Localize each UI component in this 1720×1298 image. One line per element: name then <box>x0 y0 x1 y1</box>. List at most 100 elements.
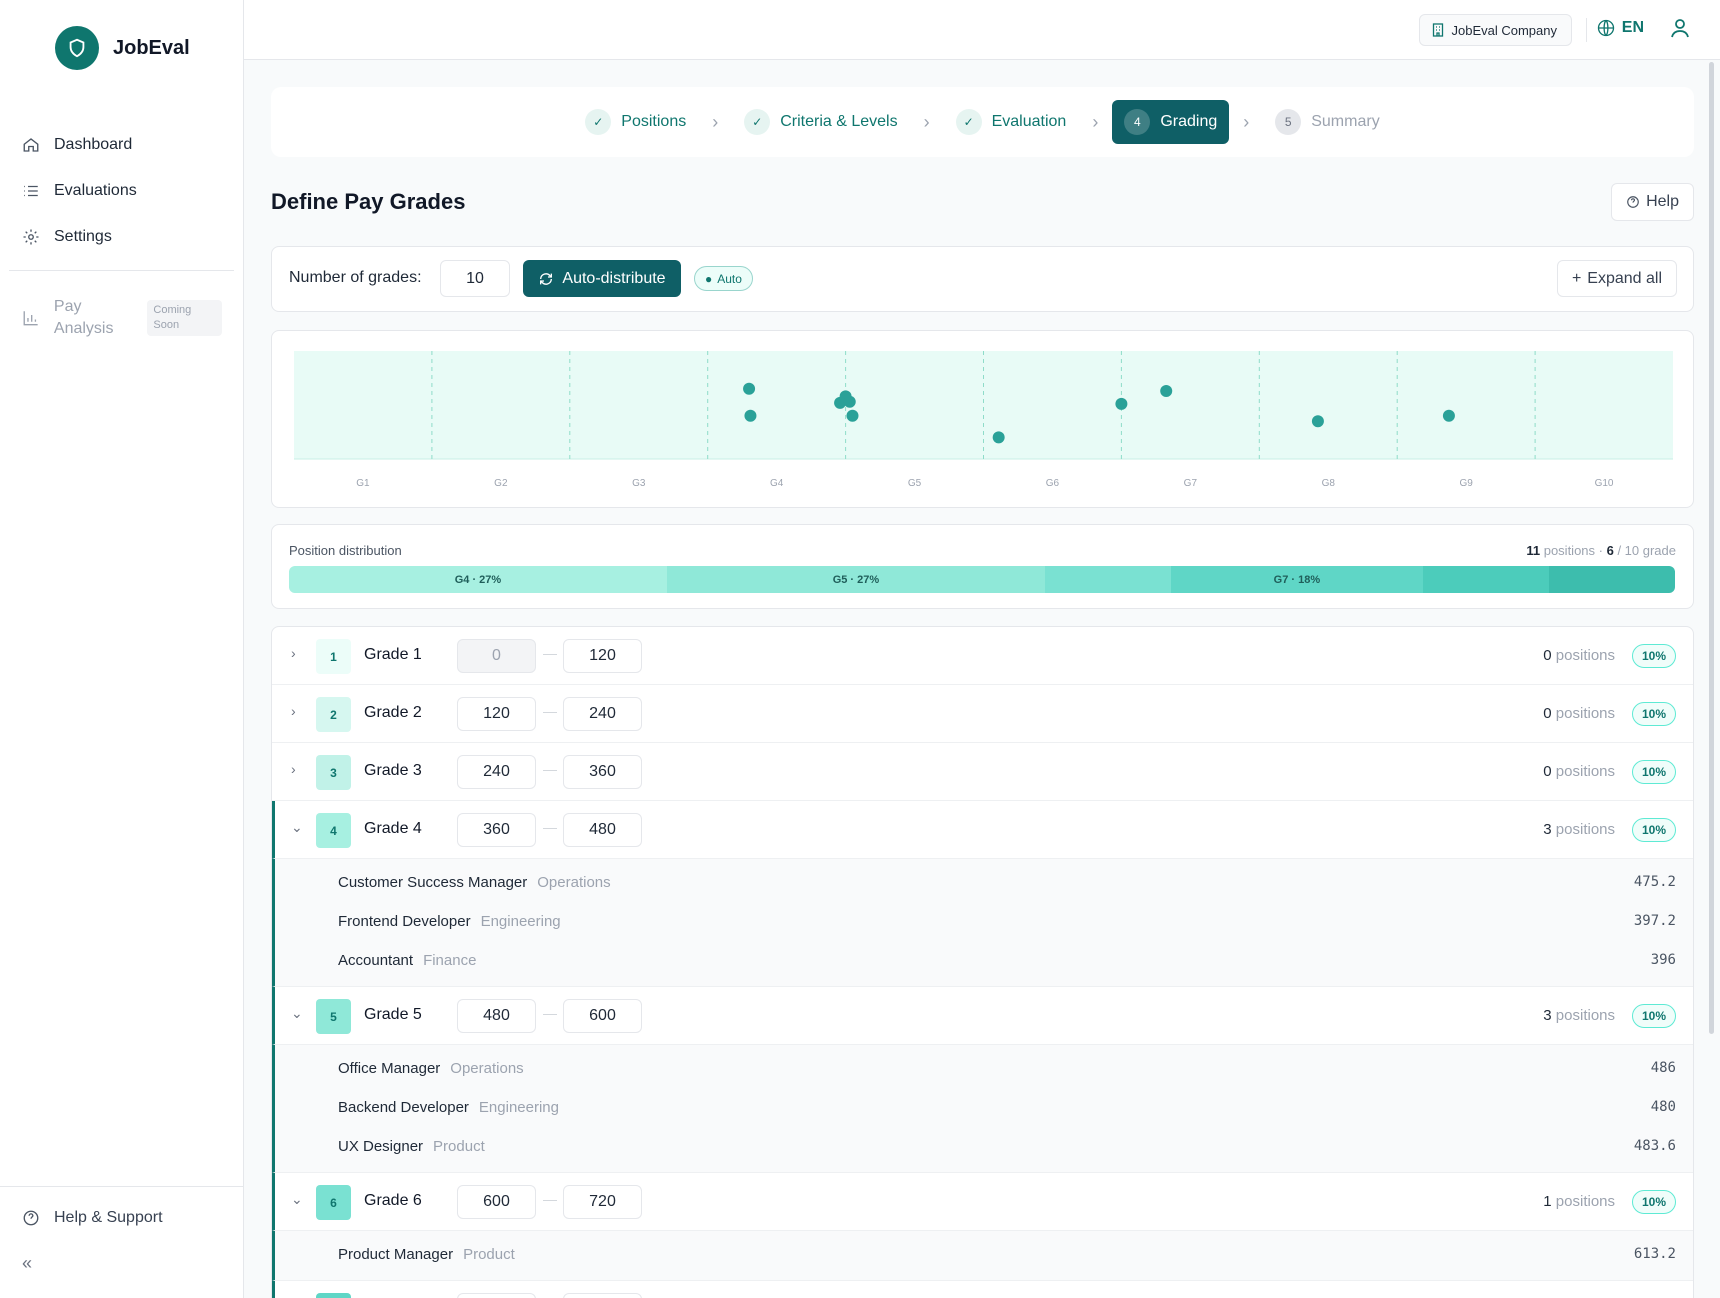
data-point <box>1160 384 1173 397</box>
step-label: Grading <box>1160 113 1218 130</box>
grade-min-input[interactable]: 480 <box>457 999 536 1033</box>
sidebar-item-dashboard[interactable]: Dashboard <box>0 122 244 168</box>
grade-min-input[interactable]: 600 <box>457 1185 536 1219</box>
grade-row[interactable]: › 3 Grade 3 240 — 360 0 positions 10% <box>272 743 1693 801</box>
chevron-down-icon[interactable]: ⌄ <box>291 1005 305 1025</box>
x-tick-label: G3 <box>632 478 646 489</box>
sidebar-item-evaluations[interactable]: Evaluations <box>0 168 244 214</box>
grade-min-input[interactable]: 120 <box>457 697 536 731</box>
data-point <box>744 409 757 422</box>
grade-max-input[interactable]: 480 <box>563 813 642 847</box>
help-circle-icon <box>1627 196 1639 208</box>
chevron-right-icon[interactable]: › <box>291 703 305 723</box>
grade-max-input[interactable]: 600 <box>563 999 642 1033</box>
step-label: Positions <box>621 113 687 130</box>
sidebar-item-label: Settings <box>54 228 112 245</box>
step-number: 4 <box>1124 109 1151 135</box>
distribution-label: Position distribution <box>289 543 402 558</box>
grades-count-input[interactable]: 10 <box>440 260 510 297</box>
grades-used: 6 <box>1606 543 1614 558</box>
distribution-bar: G4 · 27% G5 · 27% G7 · 18% <box>289 566 1675 593</box>
x-tick-label: G9 <box>1459 478 1473 489</box>
grade-max-input[interactable]: 720 <box>563 1185 642 1219</box>
auto-distribute-button[interactable]: Auto-distribute <box>523 260 681 297</box>
coming-soon-badge: Coming Soon <box>147 300 222 336</box>
position-count-label: positions <box>1555 705 1615 722</box>
position-department: Product <box>463 1246 515 1263</box>
step-grading[interactable]: 4 Grading <box>1112 100 1230 144</box>
position-title: Backend Developer Engineering <box>338 1099 559 1116</box>
gear-icon <box>23 229 39 245</box>
step-positions[interactable]: ✓ Positions <box>573 100 698 144</box>
chevron-down-icon[interactable]: ⌄ <box>291 819 305 839</box>
chevron-right-icon: › <box>1243 111 1250 132</box>
position-score: 486 <box>1650 1060 1676 1076</box>
expand-all-button[interactable]: + Expand all <box>1556 260 1677 297</box>
grade-name: Grade 3 <box>364 762 422 779</box>
grade-positions-list: Customer Success Manager Operations 475.2 F… <box>272 859 1693 987</box>
app-logo[interactable]: JobEval <box>55 26 190 70</box>
step-criteria-levels[interactable]: ✓ Criteria & Levels <box>732 100 909 144</box>
position-count: 0 <box>1543 647 1552 664</box>
step-label: Criteria & Levels <box>780 113 898 130</box>
grade-row[interactable]: › 2 Grade 2 120 — 240 0 positions 10% <box>272 685 1693 743</box>
sidebar-nav: Dashboard Evaluations Settings <box>0 122 244 260</box>
grade-row[interactable]: ›7Grade 7720—8402 positions10% <box>272 1281 1693 1298</box>
position-department: Product <box>433 1138 485 1155</box>
distribution-segment: G4 · 27% <box>289 566 667 593</box>
position-name: Backend Developer <box>338 1099 469 1116</box>
grade-min-input[interactable]: 240 <box>457 755 536 789</box>
positions-label: positions · <box>1543 543 1603 558</box>
topbar: JobEval Company EN <box>244 0 1720 60</box>
position-count: 3 <box>1543 821 1552 838</box>
collapse-sidebar-button[interactable]: « <box>22 1253 32 1274</box>
position-count-label: positions <box>1555 647 1615 664</box>
position-name: Product Manager <box>338 1246 454 1263</box>
x-tick-label: G6 <box>1046 478 1060 489</box>
grade-row[interactable]: ⌄ 5 Grade 5 480 — 600 3 positions 10% <box>272 987 1693 1045</box>
position-item: UX Designer Product 483.6 <box>275 1127 1693 1166</box>
sidebar: JobEval Dashboard Evaluations Settings P… <box>0 0 244 1298</box>
chevron-right-icon[interactable]: › <box>291 761 305 781</box>
step-evaluation[interactable]: ✓ Evaluation <box>944 100 1079 144</box>
step-number: 5 <box>1275 109 1302 135</box>
check-icon: ✓ <box>585 109 612 135</box>
app-name: JobEval <box>113 36 190 59</box>
help-button[interactable]: Help <box>1611 183 1694 221</box>
user-menu-icon[interactable] <box>1668 16 1692 45</box>
position-count-label: positions <box>1555 1007 1615 1024</box>
position-item: Customer Success Manager Operations 475.2 <box>275 863 1693 902</box>
chevron-right-icon[interactable]: › <box>291 645 305 665</box>
position-name: Frontend Developer <box>338 913 471 930</box>
company-selector[interactable]: JobEval Company <box>1418 14 1572 46</box>
grade-min-input[interactable]: 360 <box>457 813 536 847</box>
range-separator: — <box>543 645 557 661</box>
grade-number-badge: 1 <box>316 639 351 674</box>
grade-max-input[interactable]: 240 <box>563 697 642 731</box>
language-selector[interactable]: EN <box>1596 18 1644 38</box>
data-point <box>1311 415 1324 428</box>
x-tick-label: G8 <box>1322 478 1336 489</box>
position-department: Operations <box>450 1060 524 1077</box>
help-support-link[interactable]: Help & Support <box>22 1209 163 1227</box>
main-scrollbar[interactable] <box>1709 62 1714 1034</box>
grade-max-input[interactable]: 120 <box>563 639 642 673</box>
grade-name: Grade 4 <box>364 820 422 837</box>
grade-max-input[interactable]: 840 <box>563 1293 642 1298</box>
grade-row[interactable]: › 1 Grade 1 0 — 120 0 positions 10% <box>272 627 1693 685</box>
grade-positions-list: Product Manager Product 613.2 <box>272 1231 1693 1281</box>
grade-position-count: 3 positions <box>1543 821 1615 838</box>
grade-max-input[interactable]: 360 <box>563 755 642 789</box>
x-tick-label: G1 <box>356 478 370 489</box>
grade-row[interactable]: ⌄ 4 Grade 4 360 — 480 3 positions 10% <box>272 801 1693 859</box>
step-label: Evaluation <box>991 113 1067 130</box>
position-score: 397.2 <box>1633 913 1676 929</box>
grade-row[interactable]: ⌄ 6 Grade 6 600 — 720 1 positions 10% <box>272 1173 1693 1231</box>
position-title: Product Manager Product <box>338 1246 515 1263</box>
sidebar-item-settings[interactable]: Settings <box>0 214 244 260</box>
range-separator: — <box>543 703 557 719</box>
step-summary[interactable]: 5 Summary <box>1263 100 1391 144</box>
grade-min-input[interactable]: 720 <box>457 1293 536 1298</box>
title-row: Define Pay Grades Help <box>271 157 1694 247</box>
chevron-down-icon[interactable]: ⌄ <box>291 1191 305 1211</box>
